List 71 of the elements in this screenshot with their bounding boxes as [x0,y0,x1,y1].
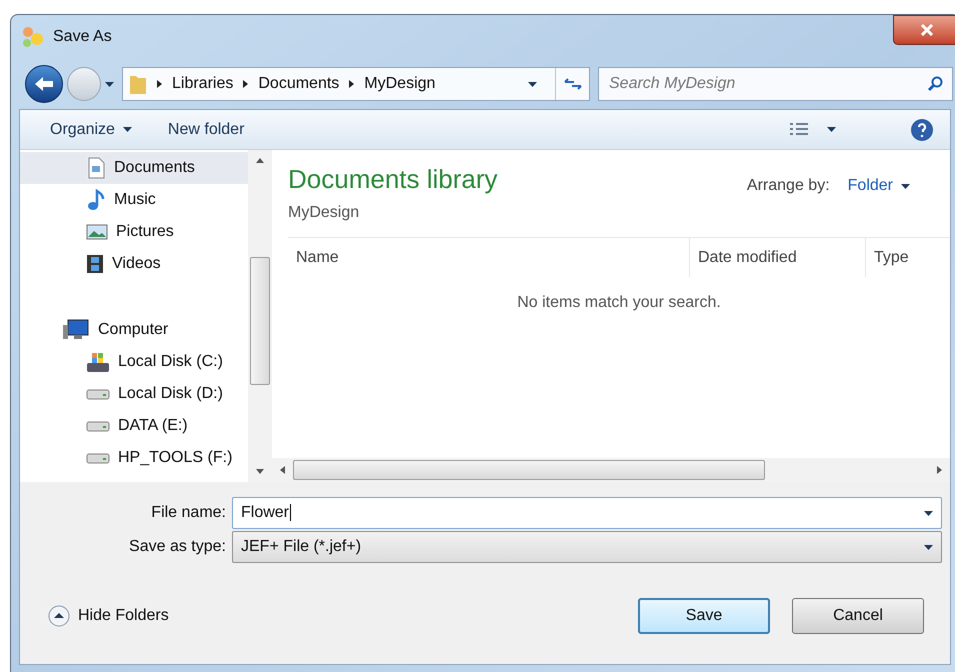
caret-icon [924,544,933,550]
sidebar-item[interactable]: Music [20,184,248,216]
scroll-left-icon [280,466,285,474]
caret-icon [122,127,132,132]
view-options-button[interactable] [789,122,836,136]
computer-icon [62,319,90,341]
collapse-icon [48,605,70,627]
sidebar-item[interactable]: Pictures [20,216,248,248]
list-view-icon [789,122,809,136]
breadcrumb-link[interactable]: Libraries [172,72,234,96]
document-icon [86,157,106,179]
flower-icon [21,25,45,49]
search-field[interactable]: Search MyDesign [598,67,953,101]
close-button[interactable] [893,15,955,45]
close-icon [920,24,934,36]
scrollbar-thumb[interactable] [293,460,765,480]
caret-icon [924,510,933,516]
drive-icon [86,351,110,373]
column-header[interactable]: Type [866,238,950,277]
save-button[interactable]: Save [638,598,770,634]
sidebar-item[interactable]: HP_TOOLS (F:) [20,442,248,474]
library-title: Documents library [288,163,498,196]
caret-icon [901,184,910,188]
help-icon[interactable] [910,118,934,142]
sidebar-item[interactable]: Computer [20,314,248,346]
drive-icon [86,452,110,464]
cancel-button[interactable]: Cancel [792,598,924,634]
field-label: Save as type: [128,537,226,557]
caret-icon [105,82,114,86]
chevron-right-icon [157,80,162,88]
scrollbar-thumb[interactable] [250,257,270,385]
back-button[interactable] [25,65,63,103]
organize-menu[interactable]: Organize [50,118,132,142]
landscape-image-icon [86,223,108,241]
arrange-label: Arrange by: [746,176,830,196]
horizontal-scrollbar[interactable] [272,458,950,482]
file-type-dropdown[interactable]: JEF+ File (*.jef+) [232,531,942,563]
window-title: Save As [53,27,112,47]
search-icon [927,76,943,92]
sidebar-item[interactable]: DATA (E:) [20,410,248,442]
hide-folders-button[interactable]: Hide Folders [48,604,169,628]
column-header[interactable]: Date modified [690,238,866,277]
breadcrumb-link[interactable]: MyDesign [364,72,436,96]
caret-icon [827,127,836,132]
drive-icon [86,420,110,432]
music-note-icon [86,189,106,211]
drive-icon [86,388,110,400]
library-subtitle: MyDesign [288,203,360,223]
vertical-scrollbar[interactable] [248,150,272,482]
caret-icon [528,82,537,86]
scroll-right-icon [937,466,942,474]
column-header[interactable]: Name [288,238,690,277]
sidebar-item[interactable]: Videos [20,248,248,280]
refresh-arrows-icon [564,77,582,91]
chevron-right-icon [243,80,248,88]
empty-message: No items match your search. [517,293,721,313]
arrange-dropdown[interactable]: Folder [848,174,910,198]
scroll-down-icon [256,469,264,474]
address-bar[interactable]: Libraries Documents MyDesign [122,67,590,101]
breadcrumb-link[interactable]: Documents [258,72,340,96]
file-name-field[interactable]: Flower [232,497,942,529]
sidebar-item[interactable]: Local Disk (D:) [20,378,248,410]
new-folder-button[interactable]: New folder [168,118,244,142]
folder-icon [129,73,147,95]
scroll-up-icon [256,158,264,163]
sidebar-item[interactable]: Local Disk (C:) [20,346,248,378]
sidebar-item[interactable]: Documents [20,152,248,184]
film-icon [86,254,104,274]
field-label: File name: [150,503,226,523]
arrow-left-icon [34,76,54,92]
chevron-right-icon [349,80,354,88]
